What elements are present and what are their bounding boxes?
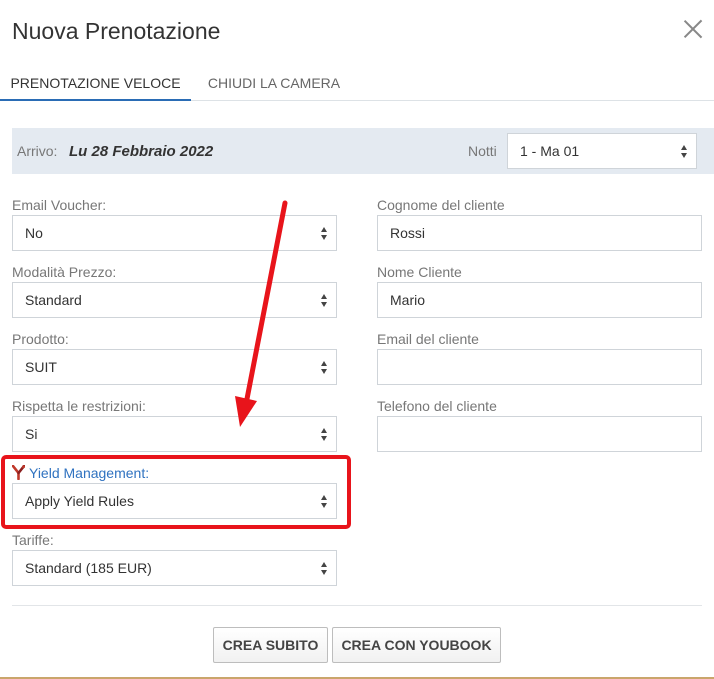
select-arrows-icon [321, 361, 328, 375]
tab-prenotazione-veloce[interactable]: PRENOTAZIONE VELOCE [0, 66, 191, 101]
prodotto-value: SUIT [25, 359, 57, 375]
nome-input[interactable]: Mario [377, 282, 702, 318]
cognome-label: Cognome del cliente [377, 197, 505, 213]
restrizioni-value: Si [25, 426, 38, 442]
crea-con-youbook-button[interactable]: CREA CON YOUBOOK [332, 627, 501, 663]
modal-title: Nuova Prenotazione [12, 18, 221, 44]
telefono-input[interactable] [377, 416, 702, 452]
arrival-label: Arrivo: [17, 143, 58, 159]
email-cliente-label: Email del cliente [377, 331, 479, 347]
arrival-date: Lu 28 Febbraio 2022 [69, 143, 214, 160]
tab-bar: PRENOTAZIONE VELOCE CHIUDI LA CAMERA [0, 66, 714, 101]
nights-select-value: 1 - Ma 01 [520, 143, 580, 159]
prodotto-select[interactable]: SUIT [12, 349, 337, 385]
email-voucher-select[interactable]: No [12, 215, 337, 251]
email-voucher-value: No [25, 225, 43, 241]
prodotto-label: Prodotto: [12, 331, 69, 347]
nome-label: Nome Cliente [377, 264, 462, 280]
modalita-prezzo-select[interactable]: Standard [12, 282, 337, 318]
close-icon[interactable] [680, 16, 706, 42]
select-arrows-icon [321, 428, 328, 442]
tariffe-label: Tariffe: [12, 532, 54, 548]
tab-chiudi-la-camera[interactable]: CHIUDI LA CAMERA [191, 66, 357, 101]
restrizioni-label: Rispetta le restrizioni: [12, 398, 146, 414]
select-arrows-icon [321, 227, 328, 241]
modalita-prezzo-label: Modalità Prezzo: [12, 264, 117, 280]
modalita-prezzo-value: Standard [25, 292, 82, 308]
tariffe-value: Standard (185 EUR) [25, 560, 152, 576]
tariffe-select[interactable]: Standard (185 EUR) [12, 550, 337, 586]
highlight-box [1, 455, 351, 529]
cognome-input[interactable]: Rossi [377, 215, 702, 251]
email-voucher-label: Email Voucher: [12, 197, 107, 213]
telefono-label: Telefono del cliente [377, 398, 497, 414]
email-cliente-input[interactable] [377, 349, 702, 385]
crea-subito-button[interactable]: CREA SUBITO [213, 627, 328, 663]
select-arrows-icon [681, 145, 688, 159]
nights-select[interactable]: 1 - Ma 01 [507, 133, 697, 169]
select-arrows-icon [321, 294, 328, 308]
restrizioni-select[interactable]: Si [12, 416, 337, 452]
nights-label: Notti [468, 143, 497, 159]
select-arrows-icon [321, 562, 328, 576]
footer-divider [12, 605, 702, 606]
